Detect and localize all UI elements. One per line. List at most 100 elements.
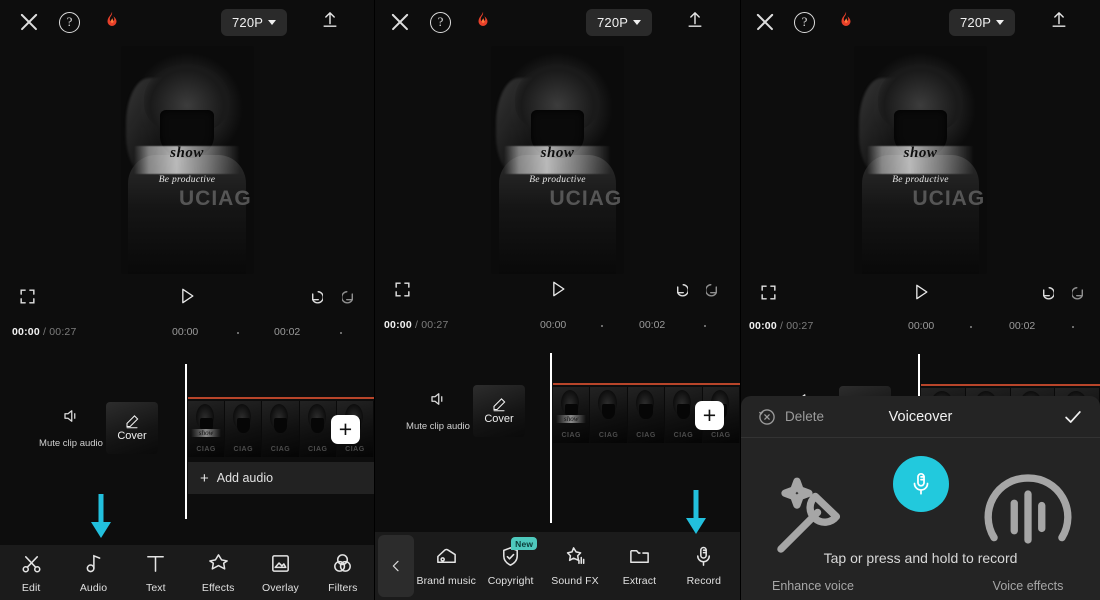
expand-icon[interactable] (759, 283, 778, 302)
record-button[interactable] (892, 456, 949, 512)
top-bar: ? 720P (741, 0, 1100, 44)
tool-label: Audio (79, 581, 108, 594)
three-panel-screenshot: ? 720P UCIAG show Be productive 00:00 / … (0, 0, 1100, 600)
video-preview[interactable]: UCIAG show Be productive (0, 44, 374, 276)
tool-overlay[interactable]: Overlay (249, 552, 311, 594)
undo-icon[interactable] (304, 287, 323, 306)
voice-effects-label: Voice effects (992, 579, 1064, 593)
star-sparkle-icon (207, 552, 230, 575)
play-icon[interactable] (177, 285, 197, 307)
sound-fx-icon (564, 545, 587, 568)
close-button[interactable] (754, 11, 776, 33)
enhance-voice-button[interactable]: Enhance voice (758, 462, 868, 595)
tool-label: Filters (328, 581, 358, 594)
pencil-icon (126, 415, 139, 429)
preview-overlay-title: show (903, 145, 938, 162)
close-button[interactable] (389, 11, 411, 33)
mute-clip-audio-button[interactable]: Mute clip audio (401, 390, 475, 432)
tool-record[interactable]: Record (672, 545, 736, 587)
tool-audio[interactable]: Audio (62, 552, 124, 594)
expand-icon[interactable] (18, 287, 37, 306)
playhead[interactable] (185, 364, 187, 519)
cover-label: Cover (484, 413, 514, 425)
resolution-selector[interactable]: 720P (949, 8, 1016, 36)
panel-voiceover: ? 720P UCIAG show Be productive 00:00 / … (740, 0, 1100, 600)
panel-audio-submenu: ? 720P UCIAG show Be productive 00:00 / … (374, 0, 740, 600)
time-separator: / (42, 326, 47, 338)
add-audio-track[interactable]: + Add audio (188, 462, 374, 494)
video-frame: UCIAG show Be productive (854, 46, 987, 274)
tool-edit[interactable]: Edit (0, 552, 62, 594)
ruler-tick-1: 00:02 (1009, 320, 1036, 332)
timeline-left-actions: Mute clip audio Cover (0, 402, 158, 454)
preview-overlay-title: show (170, 145, 204, 162)
help-icon[interactable]: ? (430, 11, 451, 33)
resolution-label: 720P (960, 14, 992, 30)
timeline-left-actions: Mute clip audio Cover (375, 385, 525, 437)
ruler-dot-2 (704, 325, 706, 327)
clip-selection-line (188, 397, 374, 399)
tool-text[interactable]: Text (125, 552, 187, 594)
close-icon (754, 11, 776, 33)
clip-frame: CIAG (590, 387, 628, 443)
tool-filters[interactable]: Filters (312, 552, 374, 594)
total-time: 00:27 (49, 326, 77, 338)
picture-icon (269, 552, 292, 575)
export-button[interactable] (685, 9, 705, 35)
tool-label: Brand music (416, 575, 476, 587)
help-icon[interactable]: ? (59, 11, 80, 33)
transport-controls (375, 272, 740, 306)
back-button[interactable] (378, 535, 414, 597)
export-button[interactable] (1049, 9, 1069, 35)
playhead[interactable] (550, 353, 552, 523)
plus-glyph: + (702, 402, 717, 428)
preview-background-text: UCIAG (912, 187, 986, 211)
video-preview[interactable]: UCIAG show Be productive (741, 44, 1100, 276)
redo-icon[interactable] (342, 287, 361, 306)
expand-icon[interactable] (393, 280, 412, 299)
transport-controls (741, 275, 1100, 309)
flame-icon[interactable] (474, 9, 492, 36)
flame-icon[interactable] (103, 9, 121, 36)
tool-brand-music[interactable]: Brand music (414, 545, 478, 587)
ruler-dot-2 (340, 332, 342, 334)
video-frame: UCIAG show Be productive (491, 46, 624, 274)
cover-button[interactable]: Cover (473, 385, 525, 437)
add-clip-button[interactable]: + (695, 401, 724, 430)
preview-overlay-subtitle: Be productive (158, 174, 216, 185)
cover-button[interactable]: Cover (106, 402, 158, 454)
check-icon[interactable] (1062, 406, 1084, 428)
close-button[interactable] (18, 11, 40, 33)
chevron-down-icon (996, 19, 1005, 25)
add-clip-button[interactable]: + (331, 415, 360, 444)
ruler-tick-0: 00:00 (172, 326, 199, 338)
tool-extract[interactable]: Extract (607, 545, 671, 587)
time-readout: 00:00 / 00:27 (384, 319, 449, 331)
redo-icon[interactable] (1072, 283, 1091, 302)
undo-icon[interactable] (669, 280, 688, 299)
help-icon[interactable]: ? (794, 11, 815, 33)
play-icon[interactable] (911, 281, 931, 303)
resolution-selector[interactable]: 720P (221, 8, 288, 36)
tool-copyright[interactable]: New Copyright (478, 537, 542, 587)
clip-frame: showCIAG (188, 401, 226, 457)
video-preview[interactable]: UCIAG show Be productive (375, 44, 740, 276)
timeline-body: Mute clip audio Cover showCIAG CIAG CIAG… (0, 344, 374, 524)
tool-sound-fx[interactable]: Sound FX (543, 545, 607, 587)
mute-clip-audio-button[interactable]: Mute clip audio (34, 407, 108, 449)
time-separator: / (779, 320, 784, 332)
tool-effects[interactable]: Effects (187, 552, 249, 594)
microphone-icon (913, 472, 928, 495)
play-icon[interactable] (548, 278, 568, 300)
delete-button[interactable]: Delete (757, 407, 824, 427)
clip-frame: CIAG (627, 387, 666, 443)
preview-overlay-subtitle: Be productive (892, 174, 949, 185)
redo-icon[interactable] (706, 280, 725, 299)
plus-icon: + (200, 469, 209, 487)
export-button[interactable] (320, 9, 340, 35)
undo-icon[interactable] (1035, 283, 1054, 302)
flame-icon[interactable] (837, 9, 855, 36)
voice-effects-button[interactable]: Voice effects (973, 462, 1083, 595)
resolution-selector[interactable]: 720P (586, 8, 653, 36)
time-readout: 00:00 / 00:27 (12, 326, 77, 338)
